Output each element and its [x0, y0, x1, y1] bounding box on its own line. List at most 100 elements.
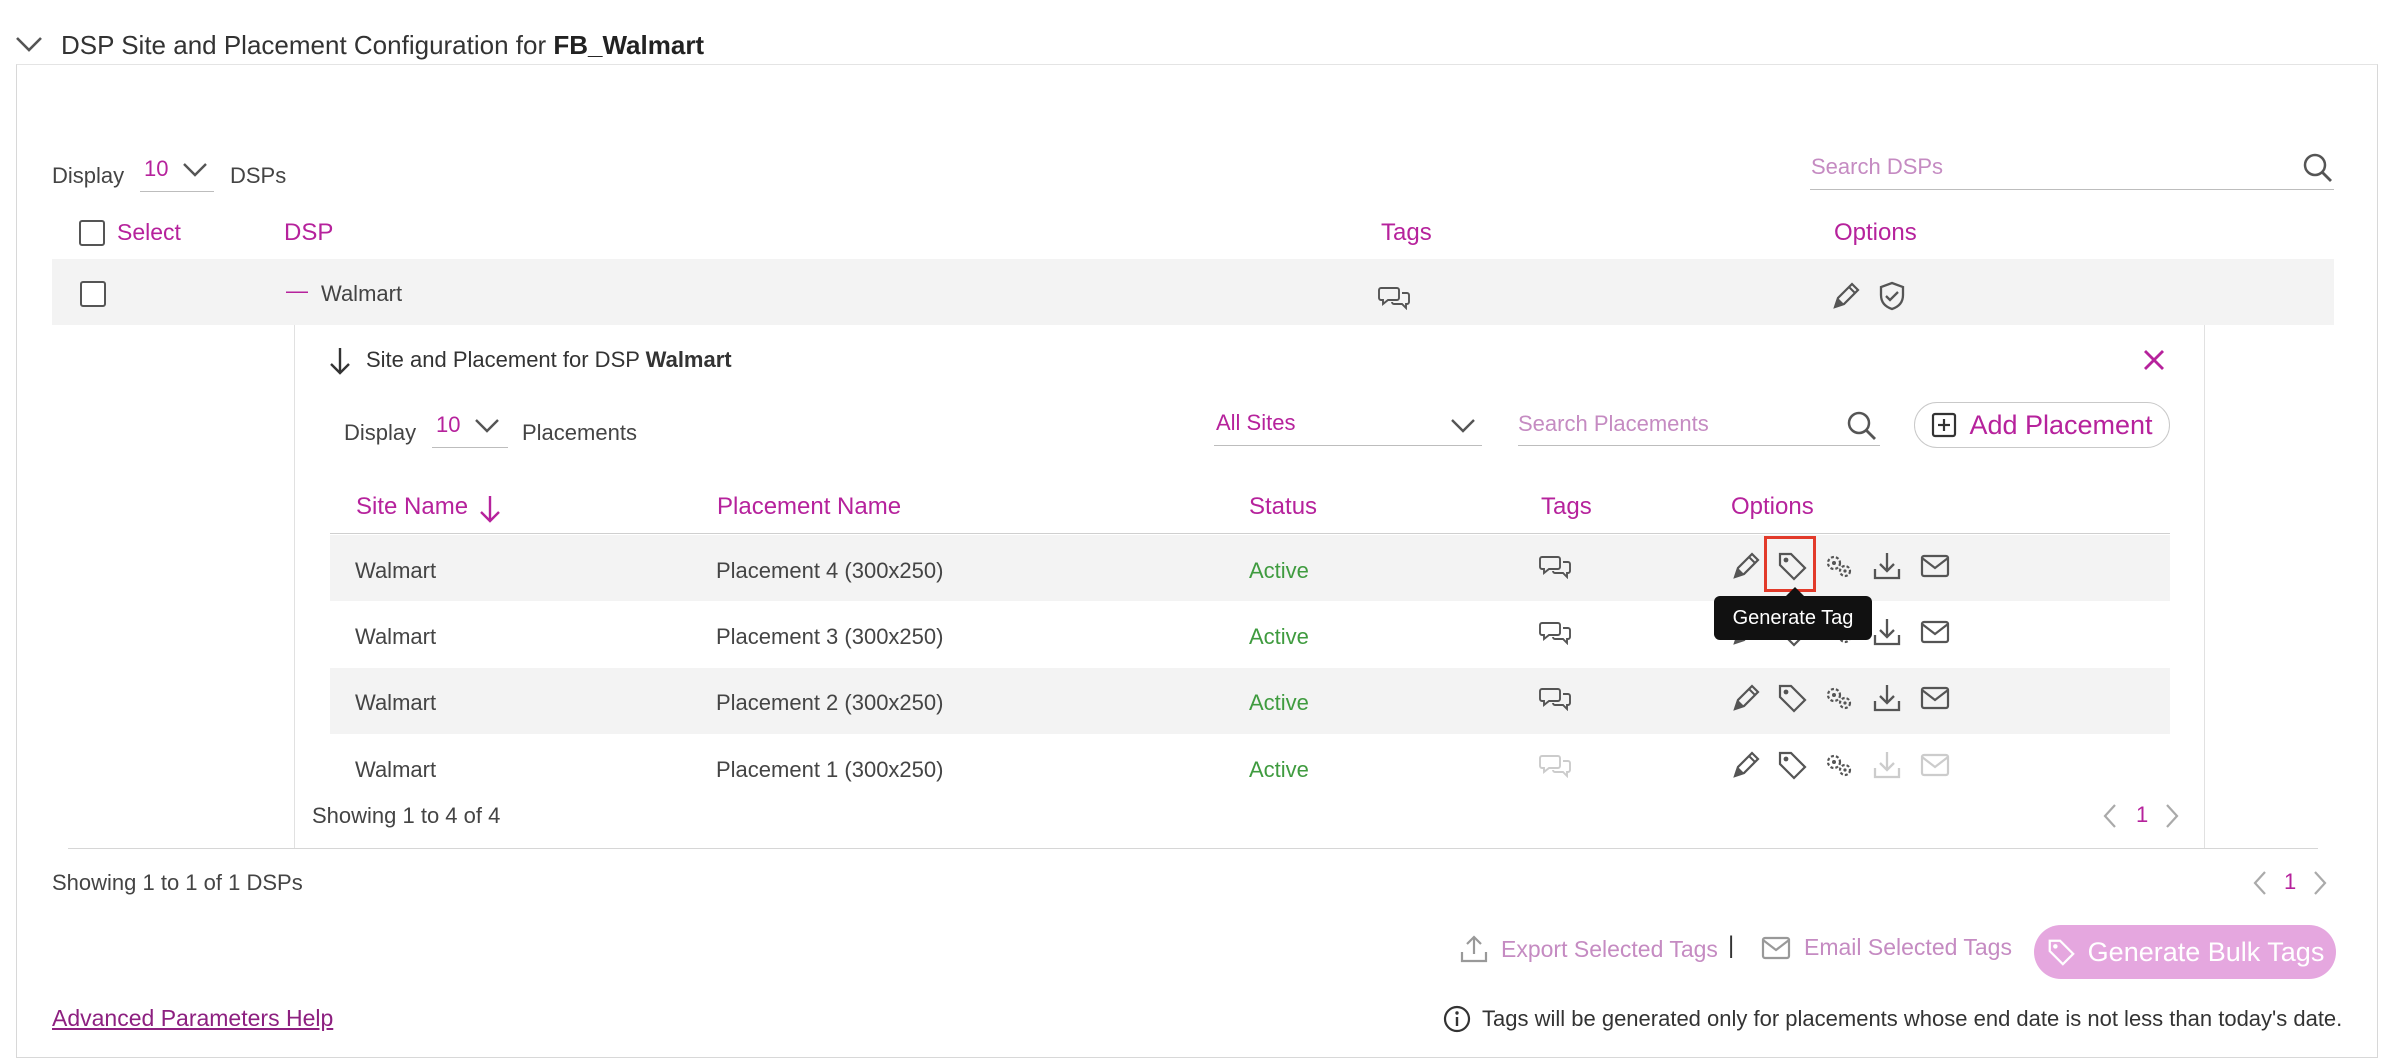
edit-pencil-icon[interactable]: [1730, 682, 1762, 714]
column-header-tags: Tags: [1381, 219, 1432, 246]
placement-page-number[interactable]: 1: [2136, 802, 2148, 828]
download-icon[interactable]: [1871, 550, 1903, 582]
edit-pencil-icon[interactable]: [1730, 550, 1762, 582]
column-header-select[interactable]: Select: [117, 219, 181, 246]
advanced-parameters-help-link[interactable]: Advanced Parameters Help: [52, 1005, 333, 1032]
placement-panel-border: [294, 325, 295, 849]
plus-square-icon: [1931, 412, 1957, 438]
placement-display-select[interactable]: 10: [432, 410, 508, 448]
email-icon: [1760, 935, 1792, 961]
column-header-options: Options: [1834, 219, 1917, 246]
dsp-display-select[interactable]: 10: [140, 152, 214, 192]
dsp-search-input[interactable]: Search DSPs: [1810, 148, 2334, 190]
download-icon[interactable]: [1871, 682, 1903, 714]
chevron-down-icon[interactable]: [14, 34, 44, 54]
placement-panel-border-right: [2204, 325, 2205, 849]
chevron-down-icon: [1450, 418, 1476, 434]
email-icon: [1919, 752, 1951, 778]
close-icon[interactable]: [2142, 348, 2166, 372]
section-title: DSP Site and Placement Configuration for…: [61, 30, 704, 61]
export-selected-tags-button[interactable]: Export Selected Tags: [1459, 934, 1718, 964]
edit-pencil-icon[interactable]: [1830, 280, 1862, 312]
placement-name-cell: Placement 2 (300x250): [716, 690, 944, 715]
dsp-showing-count: Showing 1 to 1 of 1 DSPs: [52, 870, 303, 895]
header-divider: [330, 533, 2170, 534]
download-icon: [1871, 749, 1903, 781]
status-badge: Active: [1249, 757, 1309, 782]
generate-bulk-tags-button[interactable]: Generate Bulk Tags: [2034, 925, 2336, 979]
email-icon[interactable]: [1919, 553, 1951, 579]
tag-icon[interactable]: [1776, 682, 1808, 714]
add-placement-label: Add Placement: [1969, 409, 2153, 440]
export-selected-tags-label: Export Selected Tags: [1501, 935, 1718, 962]
placement-title-prefix: Site and Placement for DSP: [366, 347, 646, 372]
add-placement-button[interactable]: Add Placement: [1914, 402, 2170, 448]
comment-icon[interactable]: [1378, 284, 1412, 310]
site-name-cell: Walmart: [355, 757, 437, 782]
column-header-site-name[interactable]: Site Name: [356, 493, 468, 521]
dsp-display-label: Display: [52, 163, 125, 188]
site-filter-select[interactable]: All Sites: [1214, 406, 1482, 446]
dsp-display-value: 10: [144, 156, 169, 181]
email-selected-tags-button[interactable]: Email Selected Tags: [1760, 934, 2012, 961]
section-title-advertiser: FB_Walmart: [553, 30, 705, 60]
generate-tag-tooltip: Generate Tag: [1714, 587, 1872, 640]
tags-info-text: Tags will be generated only for placemen…: [1482, 1006, 2343, 1031]
tags-info-note: Tags will be generated only for placemen…: [1442, 1004, 2342, 1034]
generate-bulk-tags-label: Generate Bulk Tags: [2087, 936, 2325, 967]
column-header-dsp[interactable]: DSP: [284, 219, 333, 247]
dsp-search-placeholder: Search DSPs: [1811, 154, 1944, 179]
comment-icon: [1539, 752, 1573, 778]
dsp-row-checkbox[interactable]: [80, 281, 106, 307]
placement-search-input[interactable]: Search Placements: [1518, 406, 1880, 446]
generate-tag-highlight: [1764, 536, 1816, 592]
upload-icon: [1459, 934, 1489, 964]
edit-pencil-icon[interactable]: [1730, 749, 1762, 781]
page: DSP Site and Placement Configuration for…: [0, 0, 2382, 1064]
shield-check-icon[interactable]: [1877, 280, 1907, 312]
actions-separator: |: [1728, 932, 1735, 959]
chevron-down-icon: [182, 162, 208, 178]
placement-display-label: Display: [344, 420, 417, 445]
column-header-status[interactable]: Status: [1249, 493, 1317, 521]
select-all-checkbox[interactable]: [79, 220, 105, 246]
chevron-right-icon[interactable]: [2312, 870, 2328, 896]
column-header-placement-options: Options: [1731, 493, 1814, 520]
placement-display-value: 10: [436, 412, 461, 437]
tag-icon: [2046, 937, 2076, 967]
column-header-placement-name[interactable]: Placement Name: [717, 493, 901, 521]
dsp-name: Walmart: [321, 281, 403, 306]
placement-name-cell: Placement 3 (300x250): [716, 624, 944, 649]
email-icon[interactable]: [1919, 619, 1951, 645]
sort-arrow-down-icon[interactable]: [478, 494, 502, 524]
chevron-left-icon[interactable]: [2252, 870, 2268, 896]
info-icon: [1442, 1004, 1472, 1034]
gears-icon[interactable]: [1824, 751, 1854, 779]
comment-icon[interactable]: [1539, 685, 1573, 711]
gears-icon[interactable]: [1824, 552, 1854, 580]
placement-panel-title: Site and Placement for DSP Walmart: [366, 347, 732, 373]
dsp-page-number[interactable]: 1: [2284, 869, 2296, 895]
placement-search-placeholder: Search Placements: [1518, 411, 1709, 436]
chevron-left-icon[interactable]: [2102, 803, 2118, 829]
status-badge: Active: [1249, 690, 1309, 715]
comment-icon[interactable]: [1539, 619, 1573, 645]
placement-showing-count: Showing 1 to 4 of 4: [312, 803, 501, 828]
download-icon[interactable]: [1871, 616, 1903, 648]
gears-icon[interactable]: [1824, 684, 1854, 712]
status-badge: Active: [1249, 558, 1309, 583]
search-icon[interactable]: [2302, 152, 2334, 184]
tag-icon[interactable]: [1776, 749, 1808, 781]
section-title-prefix: DSP Site and Placement Configuration for: [61, 30, 554, 60]
collapse-toggle[interactable]: —: [286, 278, 308, 304]
comment-icon[interactable]: [1539, 553, 1573, 579]
email-selected-tags-label: Email Selected Tags: [1804, 934, 2012, 960]
chevron-down-icon: [474, 418, 500, 434]
site-name-cell: Walmart: [355, 558, 437, 583]
site-name-cell: Walmart: [355, 624, 437, 649]
email-icon[interactable]: [1919, 685, 1951, 711]
chevron-right-icon[interactable]: [2164, 803, 2180, 829]
search-icon[interactable]: [1846, 410, 1878, 442]
placement-name-cell: Placement 1 (300x250): [716, 757, 944, 782]
site-name-cell: Walmart: [355, 690, 437, 715]
